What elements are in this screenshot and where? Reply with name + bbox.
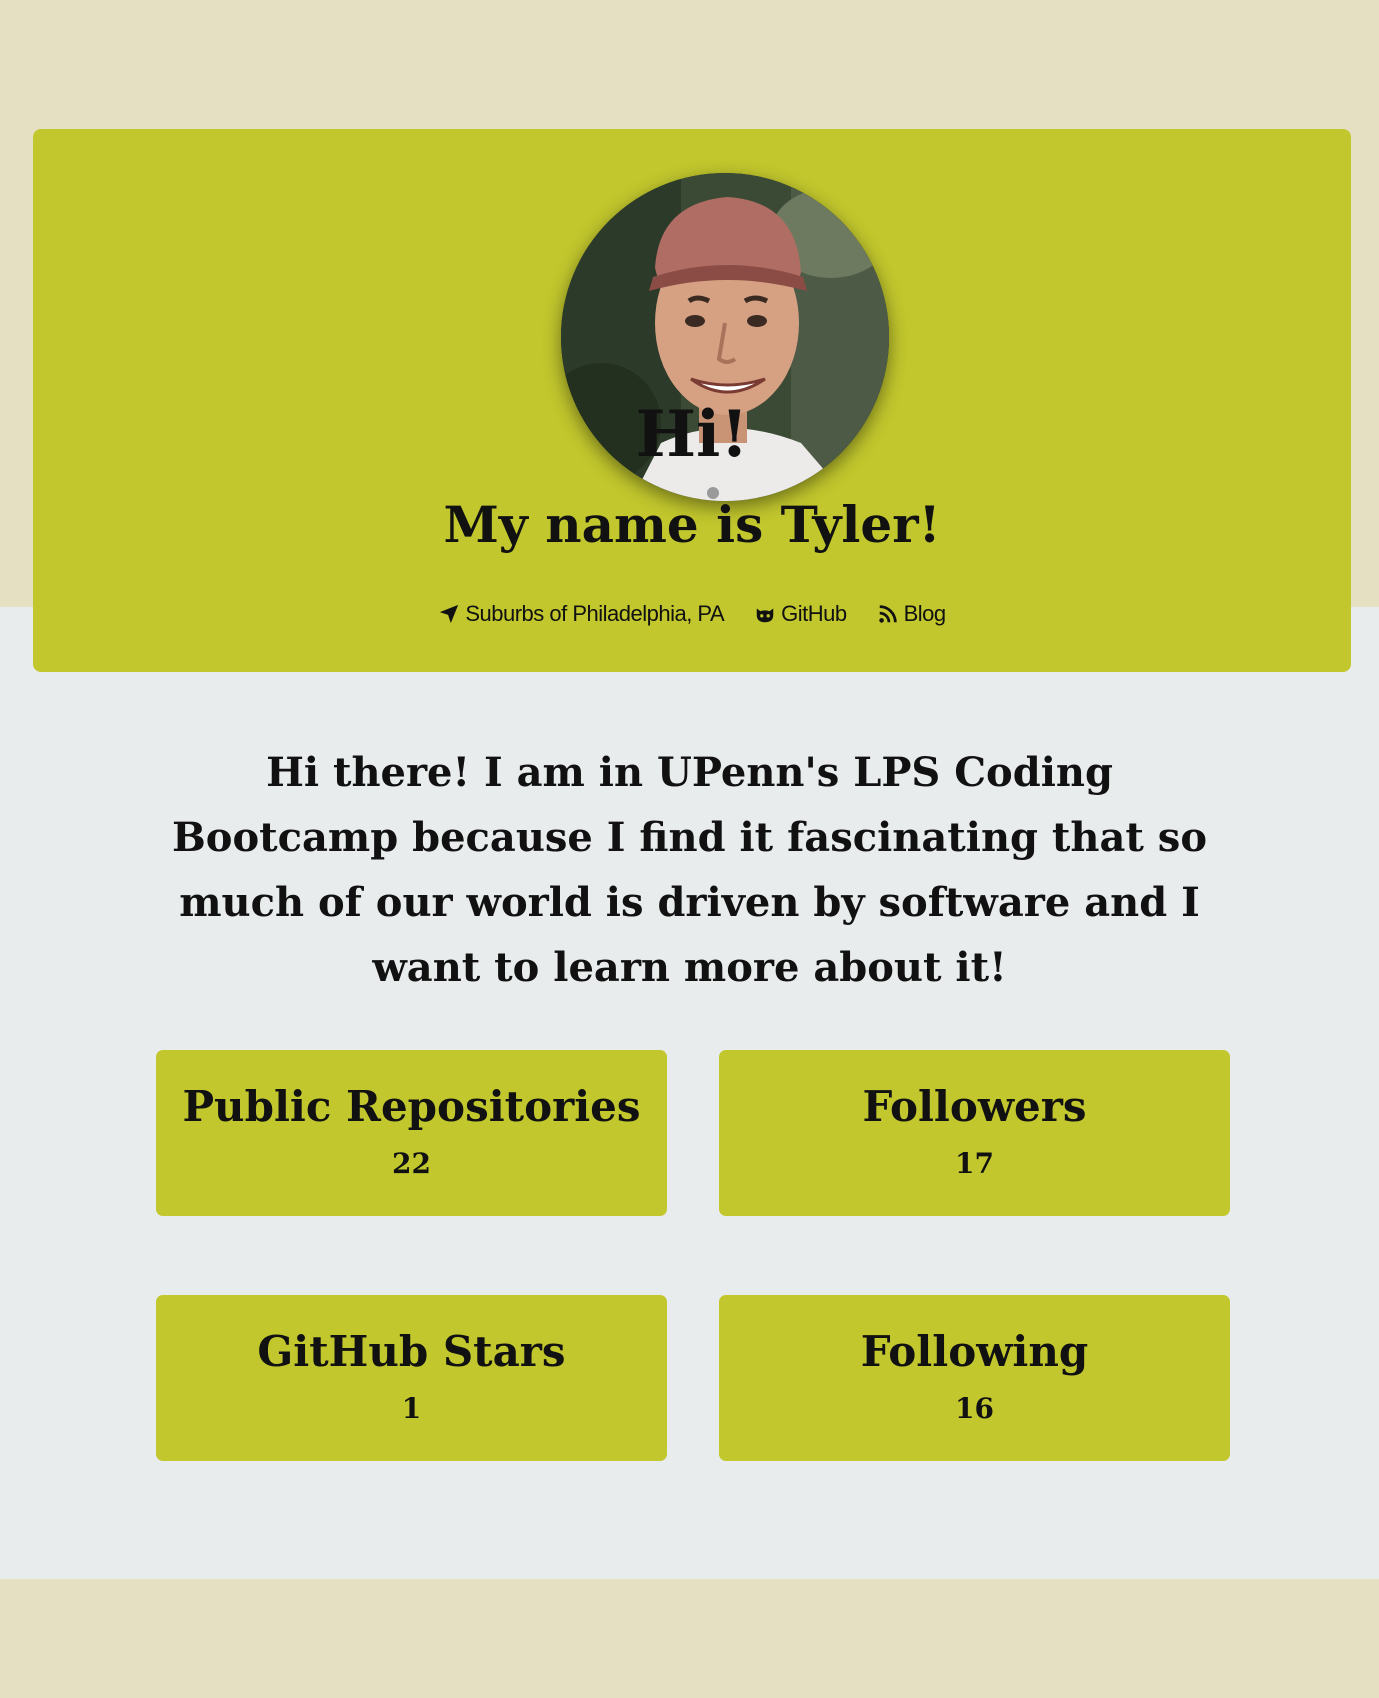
stat-card-following: Following 16 <box>719 1295 1230 1461</box>
github-link[interactable]: GitHub <box>754 601 847 627</box>
bio-text: Hi there! I am in UPenn's LPS Coding Boo… <box>171 749 1208 991</box>
stat-card-public-repositories: Public Repositories 22 <box>156 1050 667 1216</box>
location-link[interactable]: Suburbs of Philadelphia, PA <box>438 601 725 627</box>
stat-label: GitHub Stars <box>257 1327 566 1376</box>
location-arrow-icon <box>440 604 459 624</box>
location-label: Suburbs of Philadelphia, PA <box>465 601 725 626</box>
stat-label: Public Repositories <box>182 1082 641 1131</box>
github-icon <box>756 608 774 623</box>
stat-label: Followers <box>862 1082 1087 1131</box>
stat-card-github-stars: GitHub Stars 1 <box>156 1295 667 1461</box>
stat-label: Following <box>860 1327 1089 1376</box>
bottom-background-band <box>0 1579 1379 1698</box>
stat-value: 17 <box>955 1147 994 1180</box>
stat-card-followers: Followers 17 <box>719 1050 1230 1216</box>
blog-link[interactable]: Blog <box>877 601 946 627</box>
stat-value: 1 <box>401 1392 422 1425</box>
stat-value: 16 <box>955 1392 994 1425</box>
profile-links: Suburbs of Philadelphia, PA GitHub Blog <box>33 596 1351 632</box>
github-label: GitHub <box>781 601 847 626</box>
greeting-heading: Hi! <box>635 397 749 472</box>
name-heading: My name is Tyler! <box>443 495 941 554</box>
blog-label: Blog <box>903 601 947 626</box>
stat-value: 22 <box>392 1147 431 1180</box>
rss-icon <box>878 605 897 623</box>
